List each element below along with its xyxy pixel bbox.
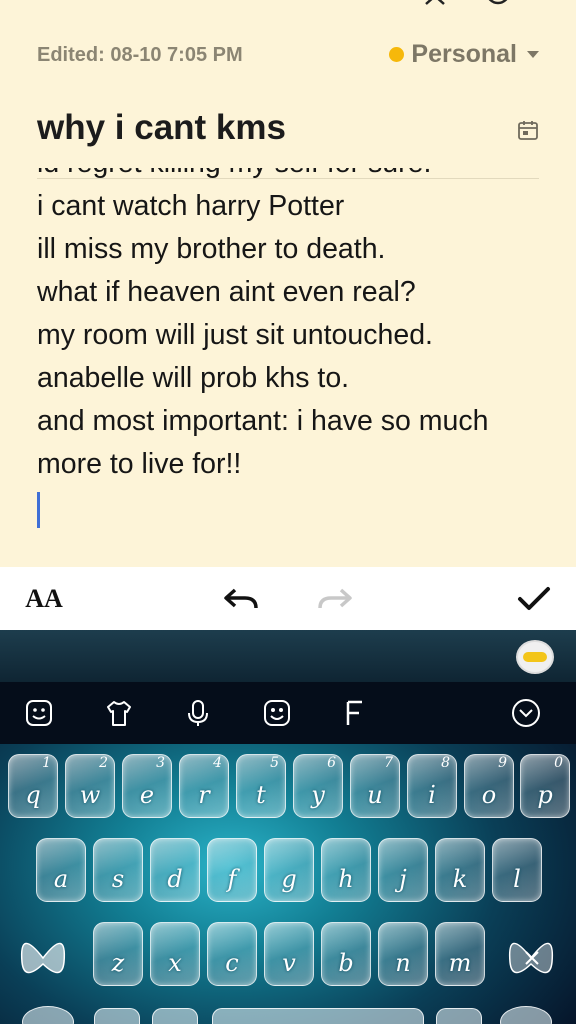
note-title[interactable]: why i cant kms (37, 108, 286, 148)
keyboard: 1q 2w 3e 4r 5t 6y 7u 8i 9o 0p a s d f g … (0, 630, 576, 1024)
edited-timestamp: Edited: 08-10 7:05 PM (37, 44, 243, 66)
space-key[interactable] (212, 1008, 424, 1024)
note-line: id regret killing my self for sure. (37, 168, 546, 185)
key-j[interactable]: j (378, 838, 428, 902)
note-editor: Edited: 08-10 7:05 PM Personal why i can… (0, 0, 576, 567)
note-line: what if heaven aint even real? (37, 276, 416, 308)
key-u[interactable]: 7u (350, 754, 400, 818)
note-line: and most important: i have so much (37, 405, 489, 437)
enter-key[interactable] (500, 1006, 552, 1024)
note-body[interactable]: id regret killing my self for sure. i ca… (37, 168, 546, 567)
key-d[interactable]: d (150, 838, 200, 902)
redo-icon (318, 588, 352, 608)
sticker-icon[interactable] (24, 698, 54, 728)
microphone-icon[interactable] (183, 698, 213, 728)
key-n[interactable]: n (378, 922, 428, 986)
done-button[interactable] (512, 567, 556, 630)
text-format-button[interactable]: AA (22, 567, 66, 630)
mascot-emoji-icon[interactable] (516, 640, 554, 674)
keyboard-tool-bar (0, 682, 576, 744)
shift-butterfly-icon[interactable] (14, 922, 72, 994)
note-line: ill miss my brother to death. (37, 233, 386, 265)
period-key[interactable] (436, 1008, 482, 1024)
key-s[interactable]: s (93, 838, 143, 902)
undo-button[interactable] (218, 567, 264, 630)
backspace-butterfly-icon[interactable] (500, 922, 562, 994)
key-g[interactable]: g (264, 838, 314, 902)
emoji-key[interactable] (22, 1006, 74, 1024)
key-t[interactable]: 5t (236, 754, 286, 818)
note-line: my room will just sit untouched. (37, 319, 433, 351)
symbols-key[interactable] (94, 1008, 140, 1024)
key-e[interactable]: 3e (122, 754, 172, 818)
key-p[interactable]: 0p (520, 754, 570, 818)
category-selector[interactable]: Personal (389, 40, 539, 69)
title-divider (37, 178, 539, 179)
note-line: i cant watch harry Potter (37, 190, 345, 222)
top-action-icons[interactable] (416, 0, 536, 8)
comma-key[interactable] (152, 1008, 198, 1024)
key-k[interactable]: k (435, 838, 485, 902)
category-label: Personal (411, 40, 517, 68)
note-line: anabelle will prob khs to. (37, 362, 350, 394)
key-h[interactable]: h (321, 838, 371, 902)
font-icon[interactable] (340, 698, 370, 728)
key-a[interactable]: a (36, 838, 86, 902)
note-meta-bar: Edited: 08-10 7:05 PM Personal (37, 40, 539, 72)
collapse-chevron-icon[interactable] (511, 698, 541, 728)
emoji-icon[interactable] (262, 698, 292, 728)
check-icon (518, 586, 550, 610)
key-f[interactable]: f (207, 838, 257, 902)
theme-shirt-icon[interactable] (104, 698, 134, 728)
keyboard-suggestion-bar (0, 630, 576, 682)
calendar-icon[interactable] (517, 119, 539, 141)
key-y[interactable]: 6y (293, 754, 343, 818)
undo-icon (224, 588, 258, 608)
key-o[interactable]: 9o (464, 754, 514, 818)
key-q[interactable]: 1q (8, 754, 58, 818)
key-r[interactable]: 4r (179, 754, 229, 818)
text-cursor (37, 492, 40, 528)
key-v[interactable]: v (264, 922, 314, 986)
key-z[interactable]: z (93, 922, 143, 986)
chevron-down-icon (527, 51, 539, 58)
key-b[interactable]: b (321, 922, 371, 986)
key-c[interactable]: c (207, 922, 257, 986)
text-format-icon: AA (25, 583, 63, 613)
category-color-dot (389, 47, 405, 62)
key-x[interactable]: x (150, 922, 200, 986)
key-l[interactable]: l (492, 838, 542, 902)
key-m[interactable]: m (435, 922, 485, 986)
key-i[interactable]: 8i (407, 754, 457, 818)
note-line: more to live for!! (37, 448, 242, 480)
editor-toolbar: AA (0, 567, 576, 630)
key-w[interactable]: 2w (65, 754, 115, 818)
redo-button[interactable] (312, 567, 358, 630)
